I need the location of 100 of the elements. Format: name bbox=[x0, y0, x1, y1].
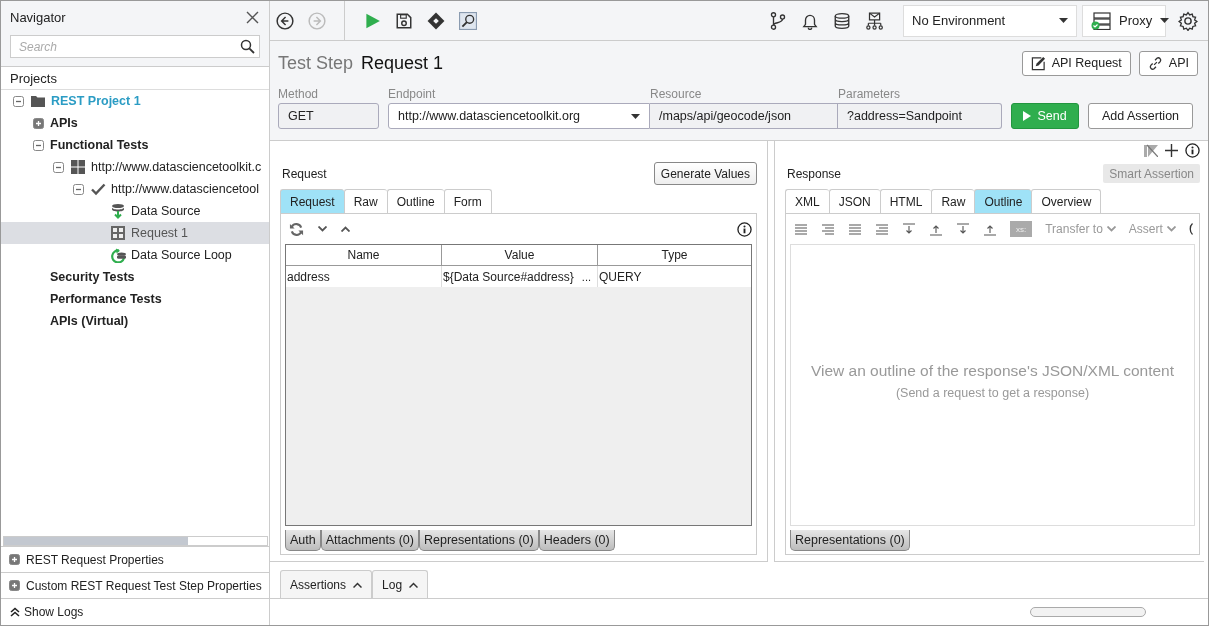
generate-values-button[interactable]: Generate Values bbox=[653, 162, 757, 185]
tree-item[interactable]: APIs bbox=[1, 112, 269, 134]
tree-toggle-icon[interactable] bbox=[9, 580, 20, 591]
save-icon[interactable] bbox=[395, 11, 413, 30]
arrow-line-icon[interactable] bbox=[956, 222, 970, 236]
caret-icon bbox=[631, 113, 640, 119]
tree-item[interactable]: http://www.datasciencetool bbox=[1, 178, 269, 200]
chevron-up-icon bbox=[353, 581, 363, 588]
tab[interactable]: Outline bbox=[974, 189, 1032, 213]
plus-icon[interactable] bbox=[1165, 143, 1178, 157]
caret-icon bbox=[1160, 18, 1170, 23]
database-icon[interactable] bbox=[833, 11, 851, 30]
header-button[interactable]: API Request bbox=[1021, 50, 1131, 76]
chevron-up-icon[interactable] bbox=[341, 226, 350, 232]
search-field[interactable]: Search bbox=[10, 35, 260, 58]
header-button[interactable]: API bbox=[1138, 50, 1198, 76]
tree-toggle-icon[interactable] bbox=[13, 95, 24, 107]
info-icon[interactable] bbox=[737, 221, 752, 237]
chevron-up-icon bbox=[409, 581, 419, 588]
tree-item[interactable]: Data Source Loop bbox=[1, 244, 269, 266]
arrow-line-icon[interactable] bbox=[902, 222, 916, 236]
show-logs-button[interactable]: Show Logs bbox=[10, 605, 84, 619]
tree-toggle-icon[interactable] bbox=[53, 161, 64, 173]
hint-text: (Send a request to get a response) bbox=[895, 386, 1090, 400]
properties-section[interactable]: Custom REST Request Test Step Properties bbox=[1, 572, 269, 598]
input-field[interactable]: /maps/api/geocode/json bbox=[650, 103, 838, 129]
loop-database-icon bbox=[110, 247, 126, 263]
properties-section[interactable]: REST Request Properties bbox=[1, 546, 269, 572]
panel-title: Navigator bbox=[10, 10, 66, 25]
tree-item[interactable]: Data Source bbox=[1, 200, 269, 222]
caret-icon bbox=[1059, 18, 1068, 23]
tab[interactable]: Raw bbox=[931, 189, 975, 213]
server-icon bbox=[1091, 11, 1111, 30]
step-title: Request 1 bbox=[361, 52, 444, 74]
arc-icon bbox=[1188, 223, 1193, 235]
add-assertion-button[interactable]: Add Assertion bbox=[1088, 103, 1193, 129]
tab[interactable]: JSON bbox=[828, 189, 880, 213]
field-value: ?address=Sandpoint bbox=[847, 109, 963, 123]
environment-dropdown[interactable]: No Environment bbox=[903, 4, 1077, 37]
close-icon[interactable] bbox=[246, 11, 259, 24]
tree-toggle-icon[interactable] bbox=[33, 139, 44, 151]
tree-item[interactable]: Request 1 bbox=[1, 222, 269, 244]
tree-item[interactable]: http://www.datasciencetoolkit.c bbox=[1, 156, 269, 178]
refresh-icon[interactable] bbox=[289, 221, 304, 237]
column-header[interactable]: Type bbox=[598, 245, 751, 265]
tab[interactable]: HTML bbox=[879, 189, 932, 213]
tab[interactable]: Attachments (0) bbox=[320, 530, 419, 551]
endpoint-dropdown[interactable]: http://www.datasciencetoolkit.org bbox=[388, 103, 650, 129]
tab[interactable]: XML bbox=[785, 189, 829, 213]
tab[interactable]: Auth bbox=[285, 530, 321, 551]
double-chevron-up-icon bbox=[10, 607, 20, 617]
section-label: Projects bbox=[1, 67, 269, 90]
column-header[interactable]: Value bbox=[442, 245, 598, 265]
tab[interactable]: Form bbox=[443, 189, 492, 213]
tab[interactable]: Outline bbox=[386, 189, 444, 213]
scrollbar[interactable] bbox=[1030, 607, 1146, 617]
proxy-dropdown[interactable]: Proxy bbox=[1082, 4, 1166, 37]
tab[interactable]: Representations (0) bbox=[790, 530, 910, 551]
tree-item[interactable]: Security Tests bbox=[1, 266, 269, 288]
checkmark-icon bbox=[90, 181, 106, 197]
tree-item[interactable]: APIs (Virtual) bbox=[1, 310, 269, 332]
play-icon[interactable] bbox=[363, 11, 381, 30]
edit-icon bbox=[1030, 55, 1046, 71]
tree-toggle-icon[interactable] bbox=[9, 554, 20, 565]
back-icon[interactable] bbox=[276, 11, 294, 30]
tab[interactable]: Assertions bbox=[280, 570, 373, 598]
panel-title: Response bbox=[786, 166, 842, 181]
tree-toggle-icon[interactable] bbox=[33, 117, 44, 129]
field-label: Method bbox=[278, 87, 320, 103]
input-field[interactable]: GET bbox=[278, 103, 379, 129]
chevron-down-icon bbox=[1106, 226, 1116, 232]
tree-item[interactable]: Performance Tests bbox=[1, 288, 269, 310]
folder-icon bbox=[30, 93, 46, 109]
scrollbar[interactable] bbox=[3, 536, 268, 546]
tab[interactable]: Request bbox=[280, 189, 344, 213]
tab[interactable]: Representations (0) bbox=[418, 530, 539, 551]
tab[interactable]: Raw bbox=[343, 189, 387, 213]
database-arrow-icon bbox=[110, 203, 126, 219]
chevron-down-icon[interactable] bbox=[318, 226, 327, 232]
field-label: Resource bbox=[650, 87, 703, 103]
tab[interactable]: Overview bbox=[1031, 189, 1102, 213]
field-label: Parameters bbox=[838, 87, 902, 103]
table-cell: ${Data Source#address} bbox=[443, 269, 574, 284]
tree-toggle-icon[interactable] bbox=[73, 183, 84, 195]
tab[interactable]: Headers (0) bbox=[538, 530, 615, 551]
panel-title: Request bbox=[281, 166, 327, 181]
chevron-down-icon bbox=[1166, 226, 1176, 232]
ellipsis-button[interactable]: ... bbox=[581, 270, 591, 283]
branch-icon[interactable] bbox=[769, 11, 787, 30]
input-field[interactable]: ?address=Sandpoint bbox=[838, 103, 1002, 129]
tab[interactable]: Log bbox=[372, 570, 429, 598]
field-value: /maps/api/geocode/json bbox=[659, 109, 792, 123]
tree-item[interactable]: Functional Tests bbox=[1, 134, 269, 156]
field-label: Endpoint bbox=[388, 87, 437, 103]
column-header[interactable]: Name bbox=[286, 245, 442, 265]
dropdown-value: Proxy bbox=[1119, 13, 1153, 28]
network-icon[interactable] bbox=[865, 11, 883, 30]
diamond-icon[interactable] bbox=[427, 11, 445, 30]
settings-icon[interactable] bbox=[1178, 10, 1198, 31]
info-icon[interactable] bbox=[1185, 142, 1200, 158]
